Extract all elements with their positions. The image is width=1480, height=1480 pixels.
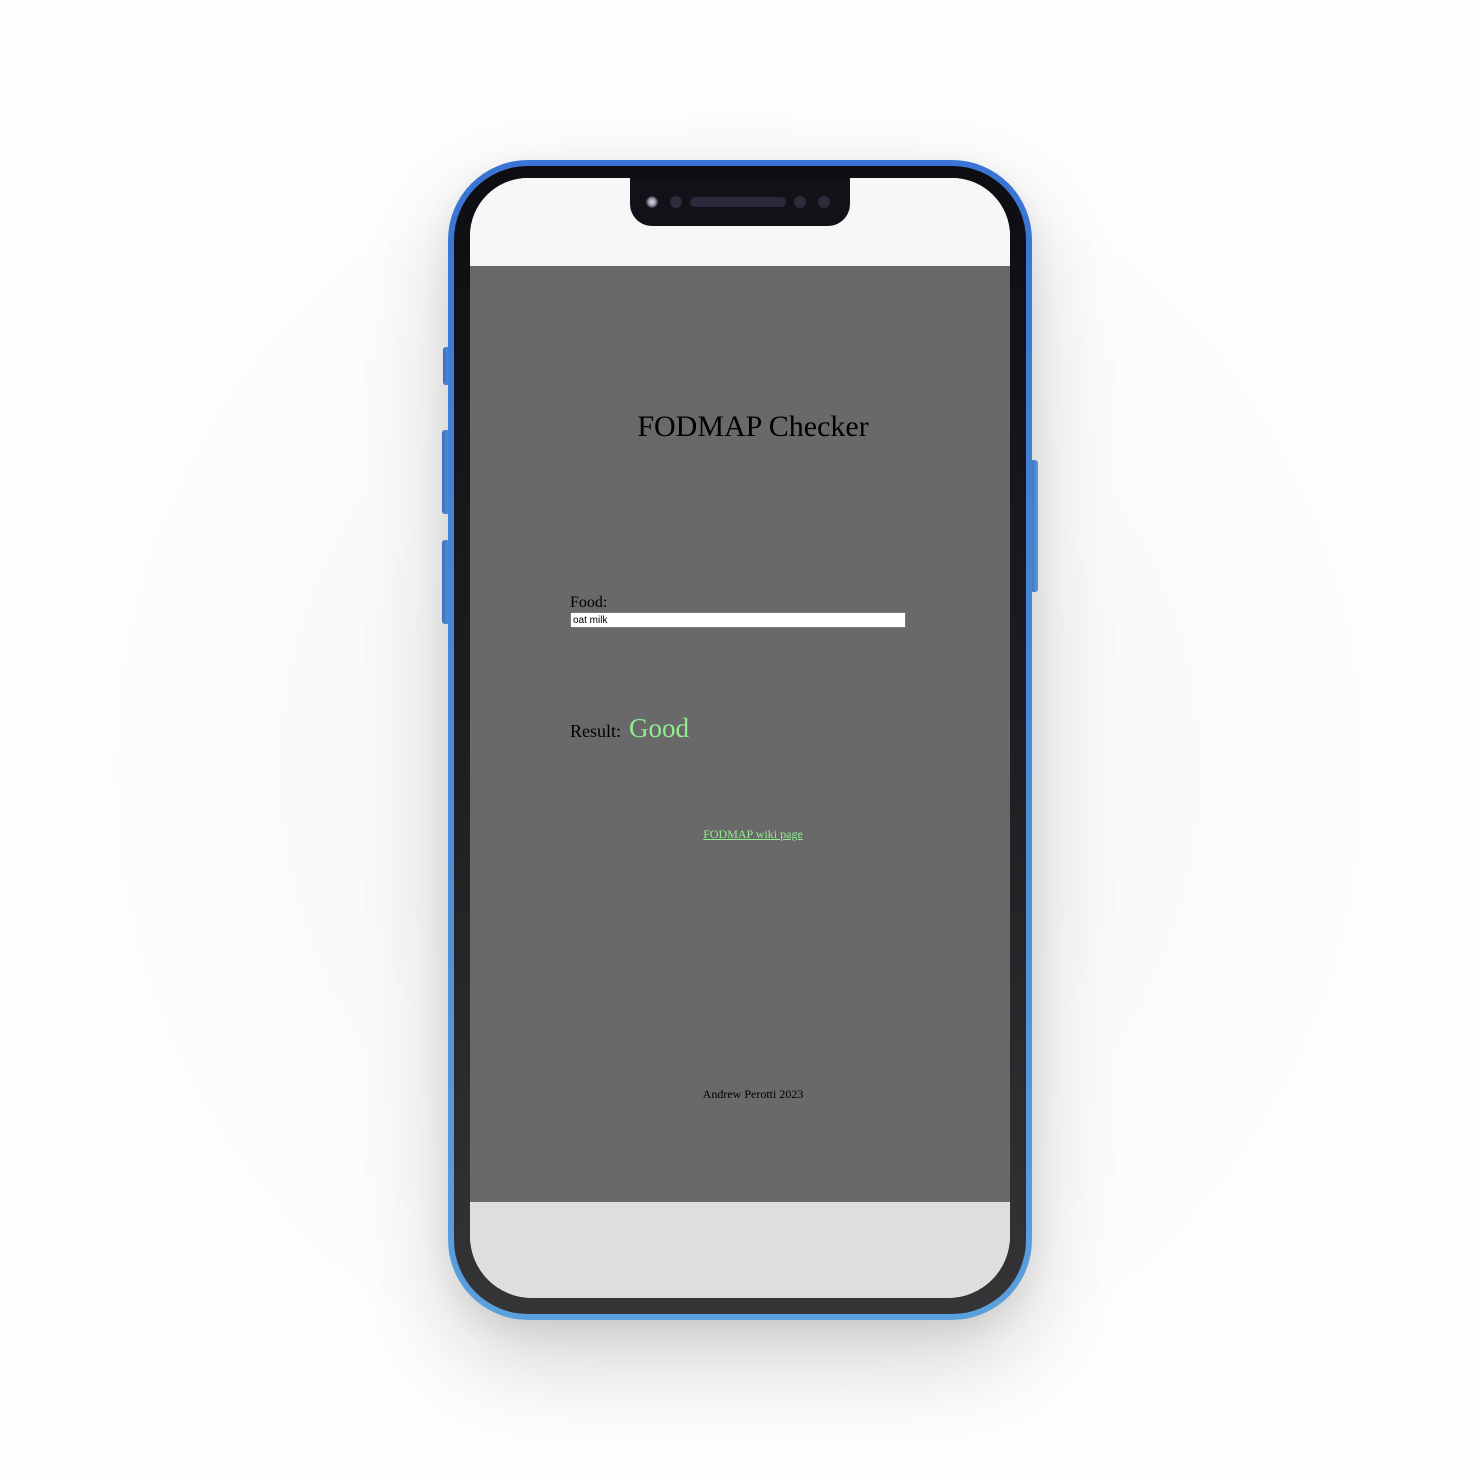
food-input[interactable] [570, 612, 906, 628]
phone-screen: FODMAP Checker Food: Result: Good FODMAP… [470, 178, 1010, 1298]
page-title: FODMAP Checker [637, 410, 869, 443]
result-label: Result: [570, 721, 622, 741]
mockup-stage: FODMAP Checker Food: Result: Good FODMAP… [0, 0, 1480, 1480]
notch [630, 178, 850, 226]
phone-frame: FODMAP Checker Food: Result: Good FODMAP… [448, 160, 1032, 1320]
result-value: Good [629, 713, 690, 743]
app-viewport: FODMAP Checker Food: Result: Good FODMAP… [470, 266, 1010, 1202]
sensor-icon [818, 196, 830, 208]
status-bar-area [470, 178, 1010, 266]
front-camera-icon [646, 196, 658, 208]
fodmap-wiki-link[interactable]: FODMAP wiki page [470, 827, 1010, 841]
result-row: Result: Good [570, 712, 689, 744]
home-indicator-area [470, 1202, 1010, 1298]
speaker-grille [690, 197, 786, 207]
sensor-icon [670, 196, 682, 208]
phone-bezel: FODMAP Checker Food: Result: Good FODMAP… [454, 166, 1026, 1314]
footer-credit: Andrew Perotti 2023 [702, 1087, 804, 1101]
food-label: Food: [570, 594, 608, 611]
sensor-icon [794, 196, 806, 208]
